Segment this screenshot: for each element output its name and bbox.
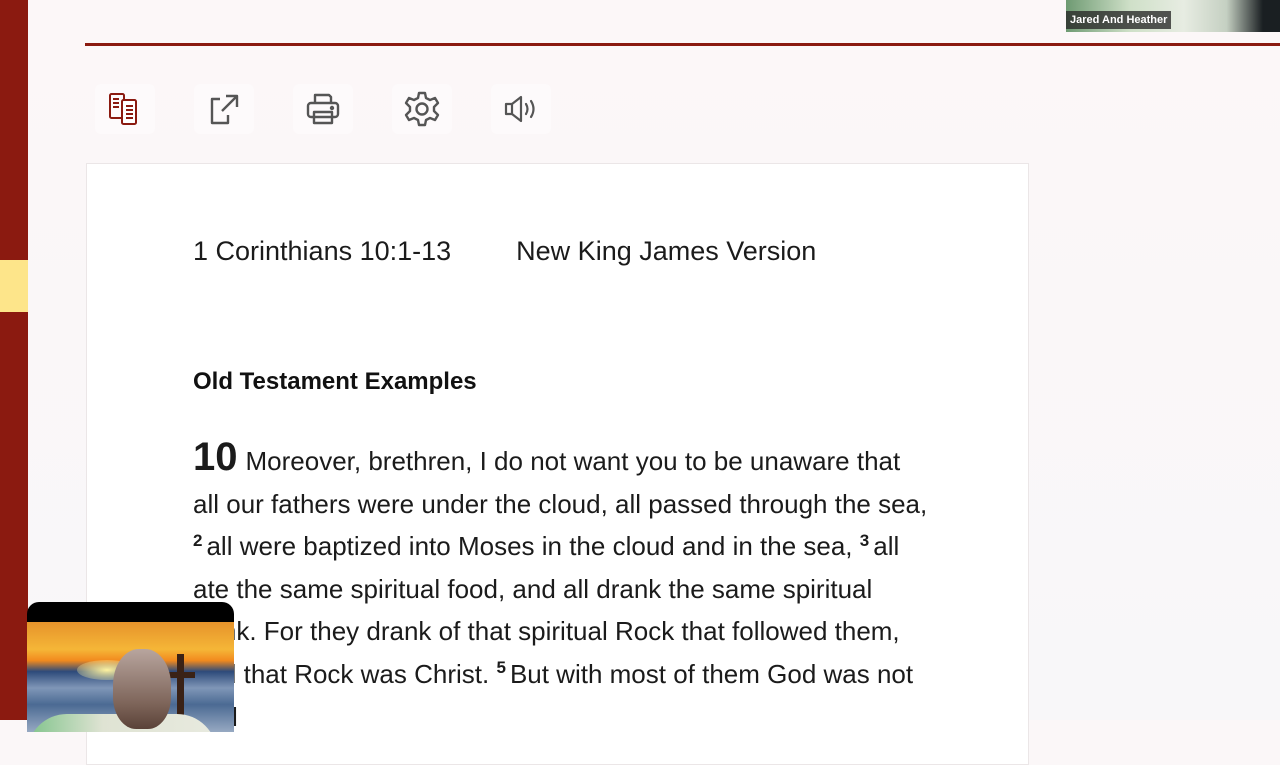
cross-icon-arm	[167, 672, 195, 678]
speaker-icon	[504, 95, 535, 123]
participant-video-tile[interactable]: Jared And Heather	[1066, 0, 1280, 32]
parallel-view-button[interactable]	[95, 84, 155, 134]
verse-text: all were baptized into Moses in the clou…	[206, 531, 853, 562]
verse-text: Moreover, brethren, I do not want you to…	[193, 446, 928, 519]
chapter-number: 10	[193, 435, 238, 479]
audio-button[interactable]	[491, 84, 551, 134]
passage-reference: 1 Corinthians 10:1-13	[193, 236, 452, 266]
header-divider	[85, 43, 1280, 46]
video-background-scene	[27, 622, 234, 732]
participant-name-label: Jared And Heather	[1066, 11, 1172, 29]
share-button[interactable]	[194, 84, 254, 134]
print-button[interactable]	[293, 84, 353, 134]
settings-button[interactable]	[392, 84, 452, 134]
passage-toolbar	[95, 84, 551, 134]
bible-version[interactable]: New King James Version	[516, 236, 816, 267]
passage-header: 1 Corinthians 10:1-13 New King James Ver…	[193, 236, 816, 267]
section-heading: Old Testament Examples	[193, 368, 477, 395]
scripture-text: 10 Moreover, brethren, I do not want you …	[193, 436, 933, 738]
sidebar-highlight-marker[interactable]	[0, 260, 28, 312]
self-video-tile[interactable]	[27, 602, 234, 732]
verse-number: 5	[496, 658, 506, 678]
verse-number: 3	[859, 530, 870, 550]
parallel-pages-icon	[109, 93, 137, 125]
external-link-icon	[210, 94, 239, 125]
person-head	[113, 649, 171, 729]
gear-icon	[404, 91, 440, 127]
printer-icon	[306, 93, 340, 125]
verse-number: 2	[193, 530, 203, 550]
left-sidebar-bar	[0, 0, 28, 720]
